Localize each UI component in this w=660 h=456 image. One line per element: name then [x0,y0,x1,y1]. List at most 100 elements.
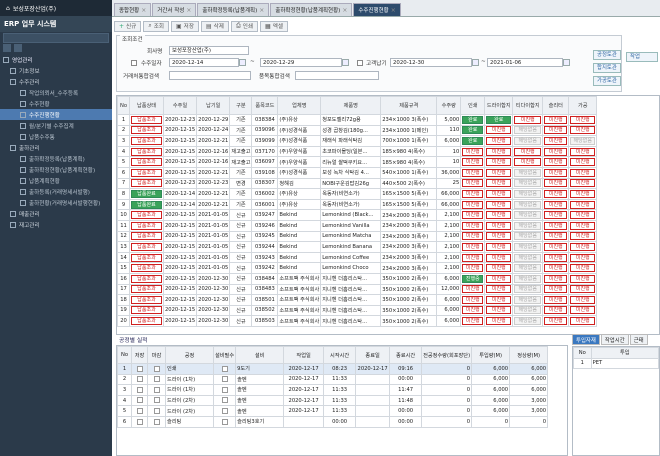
detail-tab[interactable]: 근태 [629,334,648,345]
table-row[interactable]: 3 납품조과 2020-12-15 2020-12-21 기존 039099 (주)성경식품… [117,135,598,147]
table-cell[interactable] [147,373,166,386]
company-select[interactable]: 보성포장산업(주) [169,46,249,55]
sidebar-item[interactable]: 매출관리 [0,208,112,219]
sidebar-item[interactable]: 수주현황 [0,98,112,109]
column-header[interactable]: 수주일 [162,96,198,115]
column-header[interactable]: 작업일 [283,346,325,364]
column-header[interactable]: 가공 [568,96,598,115]
sidebar-item[interactable]: 출하현황(거래명세서발행현황) [0,197,112,208]
sidebar-item[interactable]: 출하확정현황(납품계획현황) [0,164,112,175]
column-header[interactable]: 슬리터 [542,96,570,115]
sidebar-item[interactable]: 출하확정등록(납품계획) [0,153,112,164]
calendar-icon[interactable] [563,59,570,66]
row-checkbox[interactable] [153,386,160,393]
table-row[interactable]: 17 납품조과 2020-12-15 2020-12-30 신규 038483 소프트팩 주… [117,283,598,296]
table-row[interactable]: 1 인쇄 9도기 2020-12-17 08:23 2020-12-17 09:16 0 6,0… [117,363,549,375]
column-header[interactable]: 설비 [235,346,285,364]
table-row[interactable]: 19 납품조과 2020-12-15 2020-12-30 신규 038502 소프트팩 주… [117,304,598,317]
table-cell[interactable] [147,363,166,375]
row-checkbox[interactable] [136,397,143,404]
sidebar-item[interactable]: 작업의뢰서_수주등록 [0,87,112,98]
column-header[interactable]: 공정 [165,346,214,364]
table-cell[interactable] [147,384,166,396]
table-row[interactable]: 5 납품조과 2020-12-15 2020-12-16 재고출고 036097 (주)우양… [117,156,598,168]
table-row[interactable]: 2 드라이 (1차) 솔벤 2020-12-17 11:33 00:00 0 6,000 6,0… [117,373,549,386]
excel-button[interactable]: ▦ 엑셀 [260,20,289,32]
column-header[interactable]: 마감 [147,346,166,364]
processing-board-button[interactable]: 가공토관 [593,76,621,86]
table-cell[interactable] [131,373,148,386]
close-icon[interactable]: × [259,7,264,14]
table-row[interactable]: 18 납품조과 2020-12-15 2020-12-30 신규 038501 소프트팩 주… [117,294,598,306]
table-row[interactable]: 4 드라이 (2차) 솔벤 2020-12-17 11:33 11:48 0 6,000 3,0… [117,394,549,407]
table-cell[interactable] [131,384,148,396]
table-row[interactable]: 13 납품조과 2020-12-15 2021-01-05 신규 039244 Bekind… [117,241,598,253]
required-checkbox[interactable] [221,397,228,404]
table-row[interactable]: 6 슬리팅 슬리팅3호기 00:00 00:00 0 0 0 [117,415,549,428]
detail-tab[interactable]: 작업시간 [600,334,629,345]
detail-tab[interactable]: 투입자재 [572,334,600,345]
sidebar-item[interactable]: 납품계획현황 [0,175,112,186]
home-icon[interactable]: ⌂ [6,5,10,12]
calendar-icon[interactable] [239,59,246,66]
table-cell[interactable] [147,415,166,428]
required-checkbox[interactable] [221,386,228,393]
sidebar-item[interactable]: 영업관리 [0,54,112,65]
column-header[interactable]: No [573,347,592,359]
column-header[interactable]: 인쇄 [460,96,486,115]
work-button[interactable]: 작업 [626,52,658,62]
column-header[interactable]: 전공정수량(회포장단) [421,346,473,364]
column-header[interactable]: 제품규격 [380,96,438,115]
row-checkbox[interactable] [153,397,160,404]
order-date-checkbox[interactable] [131,60,137,66]
column-header[interactable]: 납기일 [196,96,231,115]
column-header[interactable]: 종료일 [355,346,391,364]
new-button[interactable]: + 신규 [114,20,142,32]
close-icon[interactable]: × [391,7,396,14]
column-header[interactable]: 티다이합지 [512,96,544,115]
table-row[interactable]: 6 납품조과 2020-12-15 2020-12-21 기존 039108 (주)성경식품… [117,166,598,179]
delete-button[interactable]: ▤ 삭제 [200,20,229,32]
column-header[interactable]: 드라이합지 [484,96,514,115]
calendar-icon[interactable] [472,59,479,66]
column-header[interactable]: 업체명 [277,96,322,115]
delivery-date-to[interactable]: 2021-01-06 [487,58,563,67]
column-header[interactable]: 제품명 [320,96,382,115]
sidebar-item[interactable]: 재고관리 [0,219,112,230]
sidebar-item[interactable]: 월/분기별 수주집계 [0,120,112,131]
column-header[interactable]: 구분 [229,96,253,115]
table-row[interactable]: 10 납품조과 2020-12-15 2021-01-05 신규 039247 Bekind… [117,209,598,221]
column-header[interactable]: 투입 [590,347,659,359]
table-cell[interactable] [147,394,166,407]
print-button[interactable]: ⎙ 인쇄 [230,20,259,32]
table-row[interactable]: 12 납품조과 2020-12-15 2021-01-05 신규 039245 Bekind… [117,230,598,243]
row-checkbox[interactable] [153,376,160,383]
column-header[interactable]: 품목코드 [251,96,279,115]
tab-item[interactable]: 종합현황 × [114,3,152,16]
client-search-input[interactable] [169,71,251,80]
column-header[interactable]: 정상량(M) [509,346,549,364]
required-checkbox[interactable] [221,407,228,414]
required-checkbox[interactable] [221,365,228,372]
table-row[interactable]: 20 납품조과 2020-12-15 2020-12-30 신규 038503 소프트팩 주… [117,315,598,327]
column-header[interactable]: 납품상태 [129,96,164,115]
row-checkbox[interactable] [153,365,160,372]
delivery-date-from[interactable]: 2020-12-30 [390,58,472,67]
table-cell[interactable] [147,405,166,417]
row-checkbox[interactable] [136,418,143,425]
table-row[interactable]: 7 납품조과 2020-12-23 2020-12-23 변경 038307 청해김 NOBI… [117,177,598,190]
tab-item[interactable]: 수주진행현황 × [353,3,401,16]
table-row[interactable]: 16 납품조과 2020-12-15 2020-12-30 신규 038484 소프트팩 주… [117,272,598,285]
table-row[interactable]: 3 드라이 (1차) 솔벤 2020-12-17 11:33 11:47 0 6,000 6,0… [117,384,549,396]
order-date-to[interactable]: 2020-12-29 [260,58,342,67]
table-row[interactable]: 8 납품완료 2020-12-14 2020-12-21 기존 036002 (주)유상 옥동… [117,188,598,200]
table-row[interactable]: 2 납품조과 2020-12-15 2020-12-24 기존 039096 (주)성경식품… [117,124,598,137]
sidebar-item[interactable]: 납품수주통 [0,131,112,142]
table-row[interactable]: 1 PET [573,357,659,370]
lamination-board-button[interactable]: 합지토관 [593,63,621,73]
tab-item[interactable]: 출하확정등록(납품계획) × [197,3,270,16]
table-row[interactable]: 15 납품조과 2020-12-15 2021-01-05 신규 039242 Bekind… [117,262,598,274]
folder-icon[interactable] [3,44,11,52]
sidebar-item[interactable]: 출하등록(거래명세서발행) [0,186,112,197]
table-row[interactable]: 9 납품완료 2020-12-14 2020-12-21 기존 036001 (주)유상 옥동… [117,198,598,211]
